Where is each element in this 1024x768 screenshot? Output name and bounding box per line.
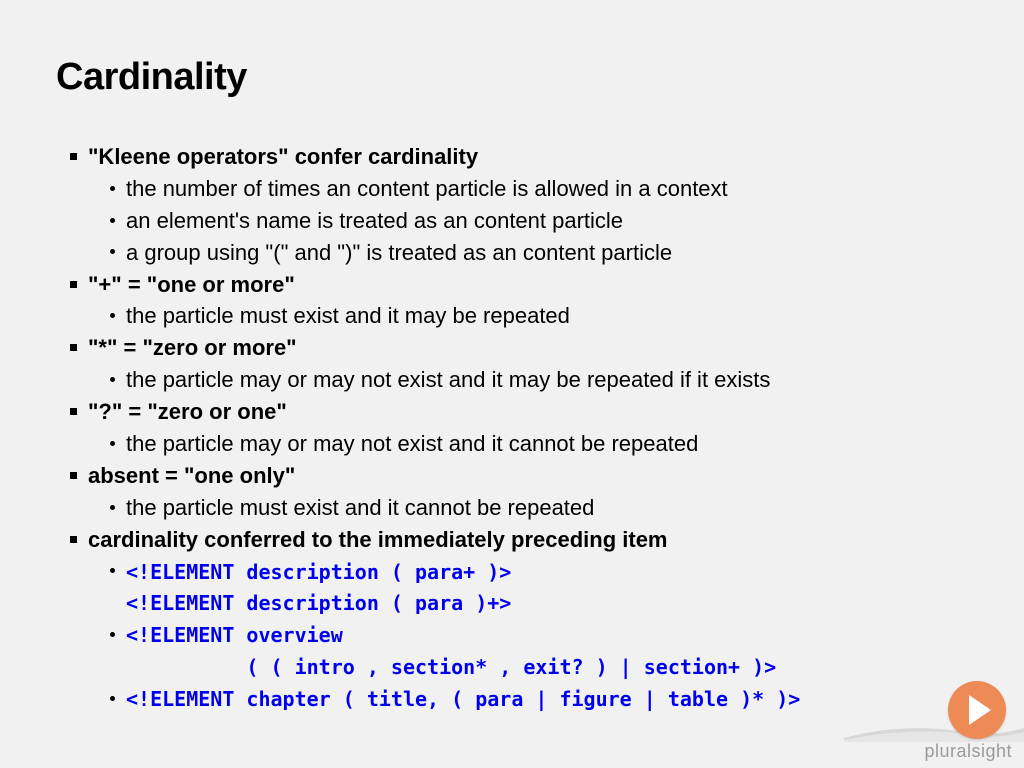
code-line: <!ELEMENT overview bbox=[126, 623, 343, 647]
sub-bullet: the particle must exist and it may be re… bbox=[110, 300, 968, 332]
slide-title: Cardinality bbox=[56, 56, 968, 99]
brand-text: pluralsight bbox=[924, 741, 1012, 762]
sub-list: <!ELEMENT description ( para+ )> <!ELEMEN… bbox=[88, 556, 968, 715]
sub-list: the particle must exist and it cannot be… bbox=[88, 492, 968, 524]
top-bullet-text: cardinality conferred to the immediately… bbox=[88, 527, 668, 552]
slide: Cardinality "Kleene operators" confer ca… bbox=[0, 0, 1024, 768]
sub-bullet: <!ELEMENT description ( para )+> bbox=[110, 587, 968, 619]
sub-bullet: the number of times an content particle … bbox=[110, 173, 968, 205]
sub-list: the particle may or may not exist and it… bbox=[88, 364, 968, 396]
top-bullet: "*" = "zero or more" the particle may or … bbox=[70, 332, 968, 396]
sub-bullet: ( ( intro , section* , exit? ) | section… bbox=[110, 651, 968, 683]
top-bullet-text: "Kleene operators" confer cardinality bbox=[88, 144, 478, 169]
sub-list: the particle may or may not exist and it… bbox=[88, 428, 968, 460]
sub-bullet: the particle may or may not exist and it… bbox=[110, 428, 968, 460]
top-bullet-text: absent = "one only" bbox=[88, 463, 295, 488]
top-bullet: "Kleene operators" confer cardinality the… bbox=[70, 141, 968, 269]
top-bullet-text: "?" = "zero or one" bbox=[88, 399, 287, 424]
sub-bullet: a group using "(" and ")" is treated as … bbox=[110, 237, 968, 269]
top-bullet: absent = "one only" the particle must exi… bbox=[70, 460, 968, 524]
code-line: <!ELEMENT description ( para+ )> bbox=[126, 560, 511, 584]
top-bullet: "+" = "one or more" the particle must exi… bbox=[70, 269, 968, 333]
code-line: <!ELEMENT description ( para )+> bbox=[126, 591, 511, 615]
brand-logo: pluralsight bbox=[924, 681, 1012, 762]
top-bullet: cardinality conferred to the immediately… bbox=[70, 524, 968, 715]
code-line: <!ELEMENT chapter ( title, ( para | figu… bbox=[126, 687, 800, 711]
top-bullet-text: "*" = "zero or more" bbox=[88, 335, 297, 360]
top-bullet: "?" = "zero or one" the particle may or m… bbox=[70, 396, 968, 460]
bullet-list: "Kleene operators" confer cardinality the… bbox=[56, 141, 968, 715]
sub-bullet: an element's name is treated as an conte… bbox=[110, 205, 968, 237]
sub-bullet: <!ELEMENT chapter ( title, ( para | figu… bbox=[110, 683, 968, 715]
sub-bullet: the particle may or may not exist and it… bbox=[110, 364, 968, 396]
sub-bullet: the particle must exist and it cannot be… bbox=[110, 492, 968, 524]
top-bullet-text: "+" = "one or more" bbox=[88, 272, 295, 297]
sub-list: the number of times an content particle … bbox=[88, 173, 968, 269]
sub-bullet: <!ELEMENT overview bbox=[110, 619, 968, 651]
code-line: ( ( intro , section* , exit? ) | section… bbox=[126, 655, 776, 679]
play-icon bbox=[948, 681, 1006, 739]
sub-list: the particle must exist and it may be re… bbox=[88, 300, 968, 332]
sub-bullet: <!ELEMENT description ( para+ )> bbox=[110, 556, 968, 588]
